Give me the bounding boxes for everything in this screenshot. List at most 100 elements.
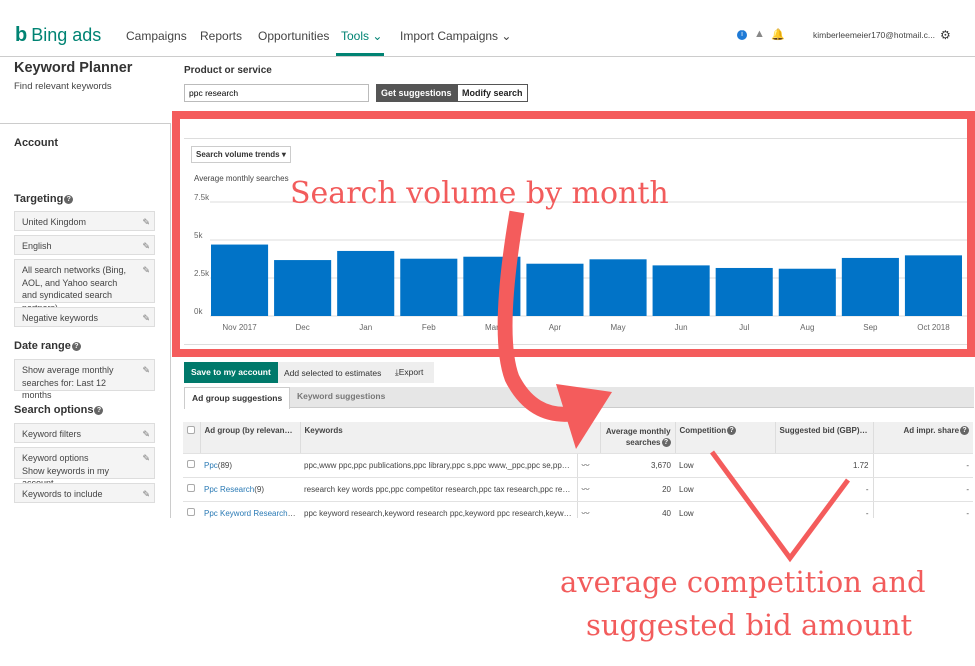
header-avg-monthly[interactable]: Average monthly searches? <box>600 422 676 454</box>
header-competition[interactable]: Competition? <box>675 422 776 454</box>
warning-icon[interactable]: ▲ <box>754 28 765 40</box>
targeting-heading: Targeting? <box>14 193 74 205</box>
ad-group-link[interactable]: Ppc <box>204 461 218 470</box>
help-icon[interactable]: ? <box>94 406 104 415</box>
header-ad-group[interactable]: Ad group (by relevance) <box>200 422 301 454</box>
row-select[interactable] <box>183 453 200 478</box>
avg-searches-cell: 3,670 <box>600 453 676 478</box>
checkbox[interactable] <box>187 426 195 434</box>
trend-chart-icon[interactable]: 〰 <box>576 477 601 502</box>
help-icon[interactable]: ? <box>64 195 74 204</box>
ad-group-cell: Ppc(89) <box>200 453 300 478</box>
date-range-heading: Date range? <box>14 340 81 352</box>
item-label: Keyword filters <box>22 429 82 439</box>
checkbox[interactable] <box>187 484 195 492</box>
nav-import-campaigns[interactable]: Import Campaigns ⌄ <box>400 29 511 43</box>
tab-keyword-suggestions[interactable]: Keyword suggestions <box>297 391 385 401</box>
x-tick-label: Apr <box>549 323 562 332</box>
targeting-negative-keywords[interactable]: Negative keywords ✎ <box>14 307 155 327</box>
chevron-down-icon: ⌄ <box>372 29 383 43</box>
product-label: Product or service <box>184 65 272 76</box>
competition-cell: Low <box>675 453 776 478</box>
trend-chart-icon[interactable]: 〰 <box>576 453 601 478</box>
nav-opportunities[interactable]: Opportunities <box>258 29 329 43</box>
product-search-input[interactable] <box>184 84 369 102</box>
pencil-icon[interactable]: ✎ <box>142 312 150 325</box>
date-range-setting[interactable]: Show average monthly searches for: Last … <box>14 359 155 400</box>
bar-jul <box>715 267 773 316</box>
checkbox[interactable] <box>187 460 195 468</box>
save-to-account-button[interactable]: Save to my account <box>184 362 278 383</box>
item-label: Show average monthly searches for: Last … <box>22 365 114 400</box>
bing-ads-logo[interactable]: b Bing ads <box>15 24 101 47</box>
nav-tools[interactable]: Tools ⌄ <box>341 29 382 43</box>
x-tick-label: Oct 2018 <box>917 323 950 332</box>
item-label: United Kingdom <box>22 217 87 227</box>
bar-dec <box>274 260 332 316</box>
header-ad-impr-share[interactable]: Ad impr. share? <box>873 422 974 454</box>
pencil-icon[interactable]: ✎ <box>142 428 150 441</box>
header-suggested-bid[interactable]: Suggested bid (GBP)? <box>775 422 874 454</box>
keywords-cell: research key words ppc,ppc competitor re… <box>300 477 577 502</box>
bar-feb <box>400 258 458 316</box>
dropdown-label: Search volume trends <box>196 150 280 159</box>
keyword-filters[interactable]: Keyword filters ✎ <box>14 423 155 443</box>
suggested-bid-cell: - <box>775 477 874 502</box>
sidebar-divider <box>0 123 171 124</box>
ad-group-link[interactable]: Ppc Research <box>204 485 254 494</box>
pencil-icon[interactable]: ✎ <box>142 216 150 229</box>
targeting-networks[interactable]: All search networks (Bing, AOL, and Yaho… <box>14 259 155 313</box>
sidebar-border <box>170 123 171 523</box>
nav-campaigns[interactable]: Campaigns <box>126 29 187 43</box>
page-subtitle: Find relevant keywords <box>14 81 112 92</box>
export-label: Export <box>398 367 424 377</box>
annotation-competition: average competition and <box>560 565 926 599</box>
keywords-to-include[interactable]: Keywords to include ✎ <box>14 483 155 503</box>
checkbox[interactable] <box>187 508 195 516</box>
nav-reports[interactable]: Reports <box>200 29 242 43</box>
table-header: Ad group (by relevance) Keywords Average… <box>183 422 974 454</box>
help-icon[interactable]: ? <box>71 342 81 351</box>
x-tick-label: Jul <box>739 323 749 332</box>
header-keywords[interactable]: Keywords <box>300 422 601 454</box>
account-heading: Account <box>14 137 58 149</box>
get-suggestions-button[interactable]: Get suggestions <box>376 84 457 102</box>
help-icon[interactable]: ? <box>661 438 671 447</box>
header-label: Ad impr. share <box>903 426 960 435</box>
info-icon[interactable]: i <box>737 30 747 40</box>
bar-mar <box>463 256 521 316</box>
chevron-down-icon: ⌄ <box>501 29 512 43</box>
pencil-icon[interactable]: ✎ <box>142 364 150 377</box>
targeting-location[interactable]: United Kingdom ✎ <box>14 211 155 231</box>
pencil-icon[interactable]: ✎ <box>142 452 150 465</box>
bar-may <box>589 259 647 316</box>
keywords-cell: ppc,www ppc,ppc publications,ppc library… <box>300 453 577 478</box>
pencil-icon[interactable]: ✎ <box>142 488 150 501</box>
header-select-all[interactable] <box>183 422 201 454</box>
top-nav: b Bing ads Campaigns Reports Opportunitie… <box>0 0 975 57</box>
y-tick-label: 2.5k <box>194 269 210 278</box>
chart-type-dropdown[interactable]: Search volume trends ▾ <box>191 146 291 163</box>
x-tick-label: Feb <box>422 323 436 332</box>
help-icon[interactable]: ? <box>727 426 737 435</box>
pencil-icon[interactable]: ✎ <box>142 240 150 253</box>
header-label: Suggested bid (GBP) <box>779 426 860 435</box>
add-to-estimates-button[interactable]: Add selected to estimates <box>284 368 381 378</box>
ad-group-link[interactable]: Ppc Keyword Research <box>204 509 296 518</box>
bell-icon[interactable]: 🔔 <box>771 28 785 41</box>
export-button[interactable]: ⤓Export <box>395 367 423 378</box>
tab-ad-group-suggestions[interactable]: Ad group suggestions <box>184 387 291 409</box>
item-label: English <box>22 241 52 251</box>
bar-oct-2018 <box>904 255 962 316</box>
y-tick-label: 7.5k <box>194 193 210 202</box>
gear-icon[interactable]: ⚙ <box>940 28 951 42</box>
targeting-language[interactable]: English ✎ <box>14 235 155 255</box>
item-label: All search networks (Bing, AOL, and Yaho… <box>22 265 127 313</box>
keyword-options[interactable]: Keyword options Show keywords in my acco… <box>14 447 155 488</box>
user-account[interactable]: kimberleemeier170@hotmail.c... <box>813 30 935 40</box>
bar-nov-2017 <box>211 244 269 316</box>
help-icon[interactable]: ? <box>960 426 970 435</box>
modify-search-button[interactable]: Modify search <box>457 84 528 102</box>
row-select[interactable] <box>183 477 200 502</box>
pencil-icon[interactable]: ✎ <box>142 264 150 277</box>
